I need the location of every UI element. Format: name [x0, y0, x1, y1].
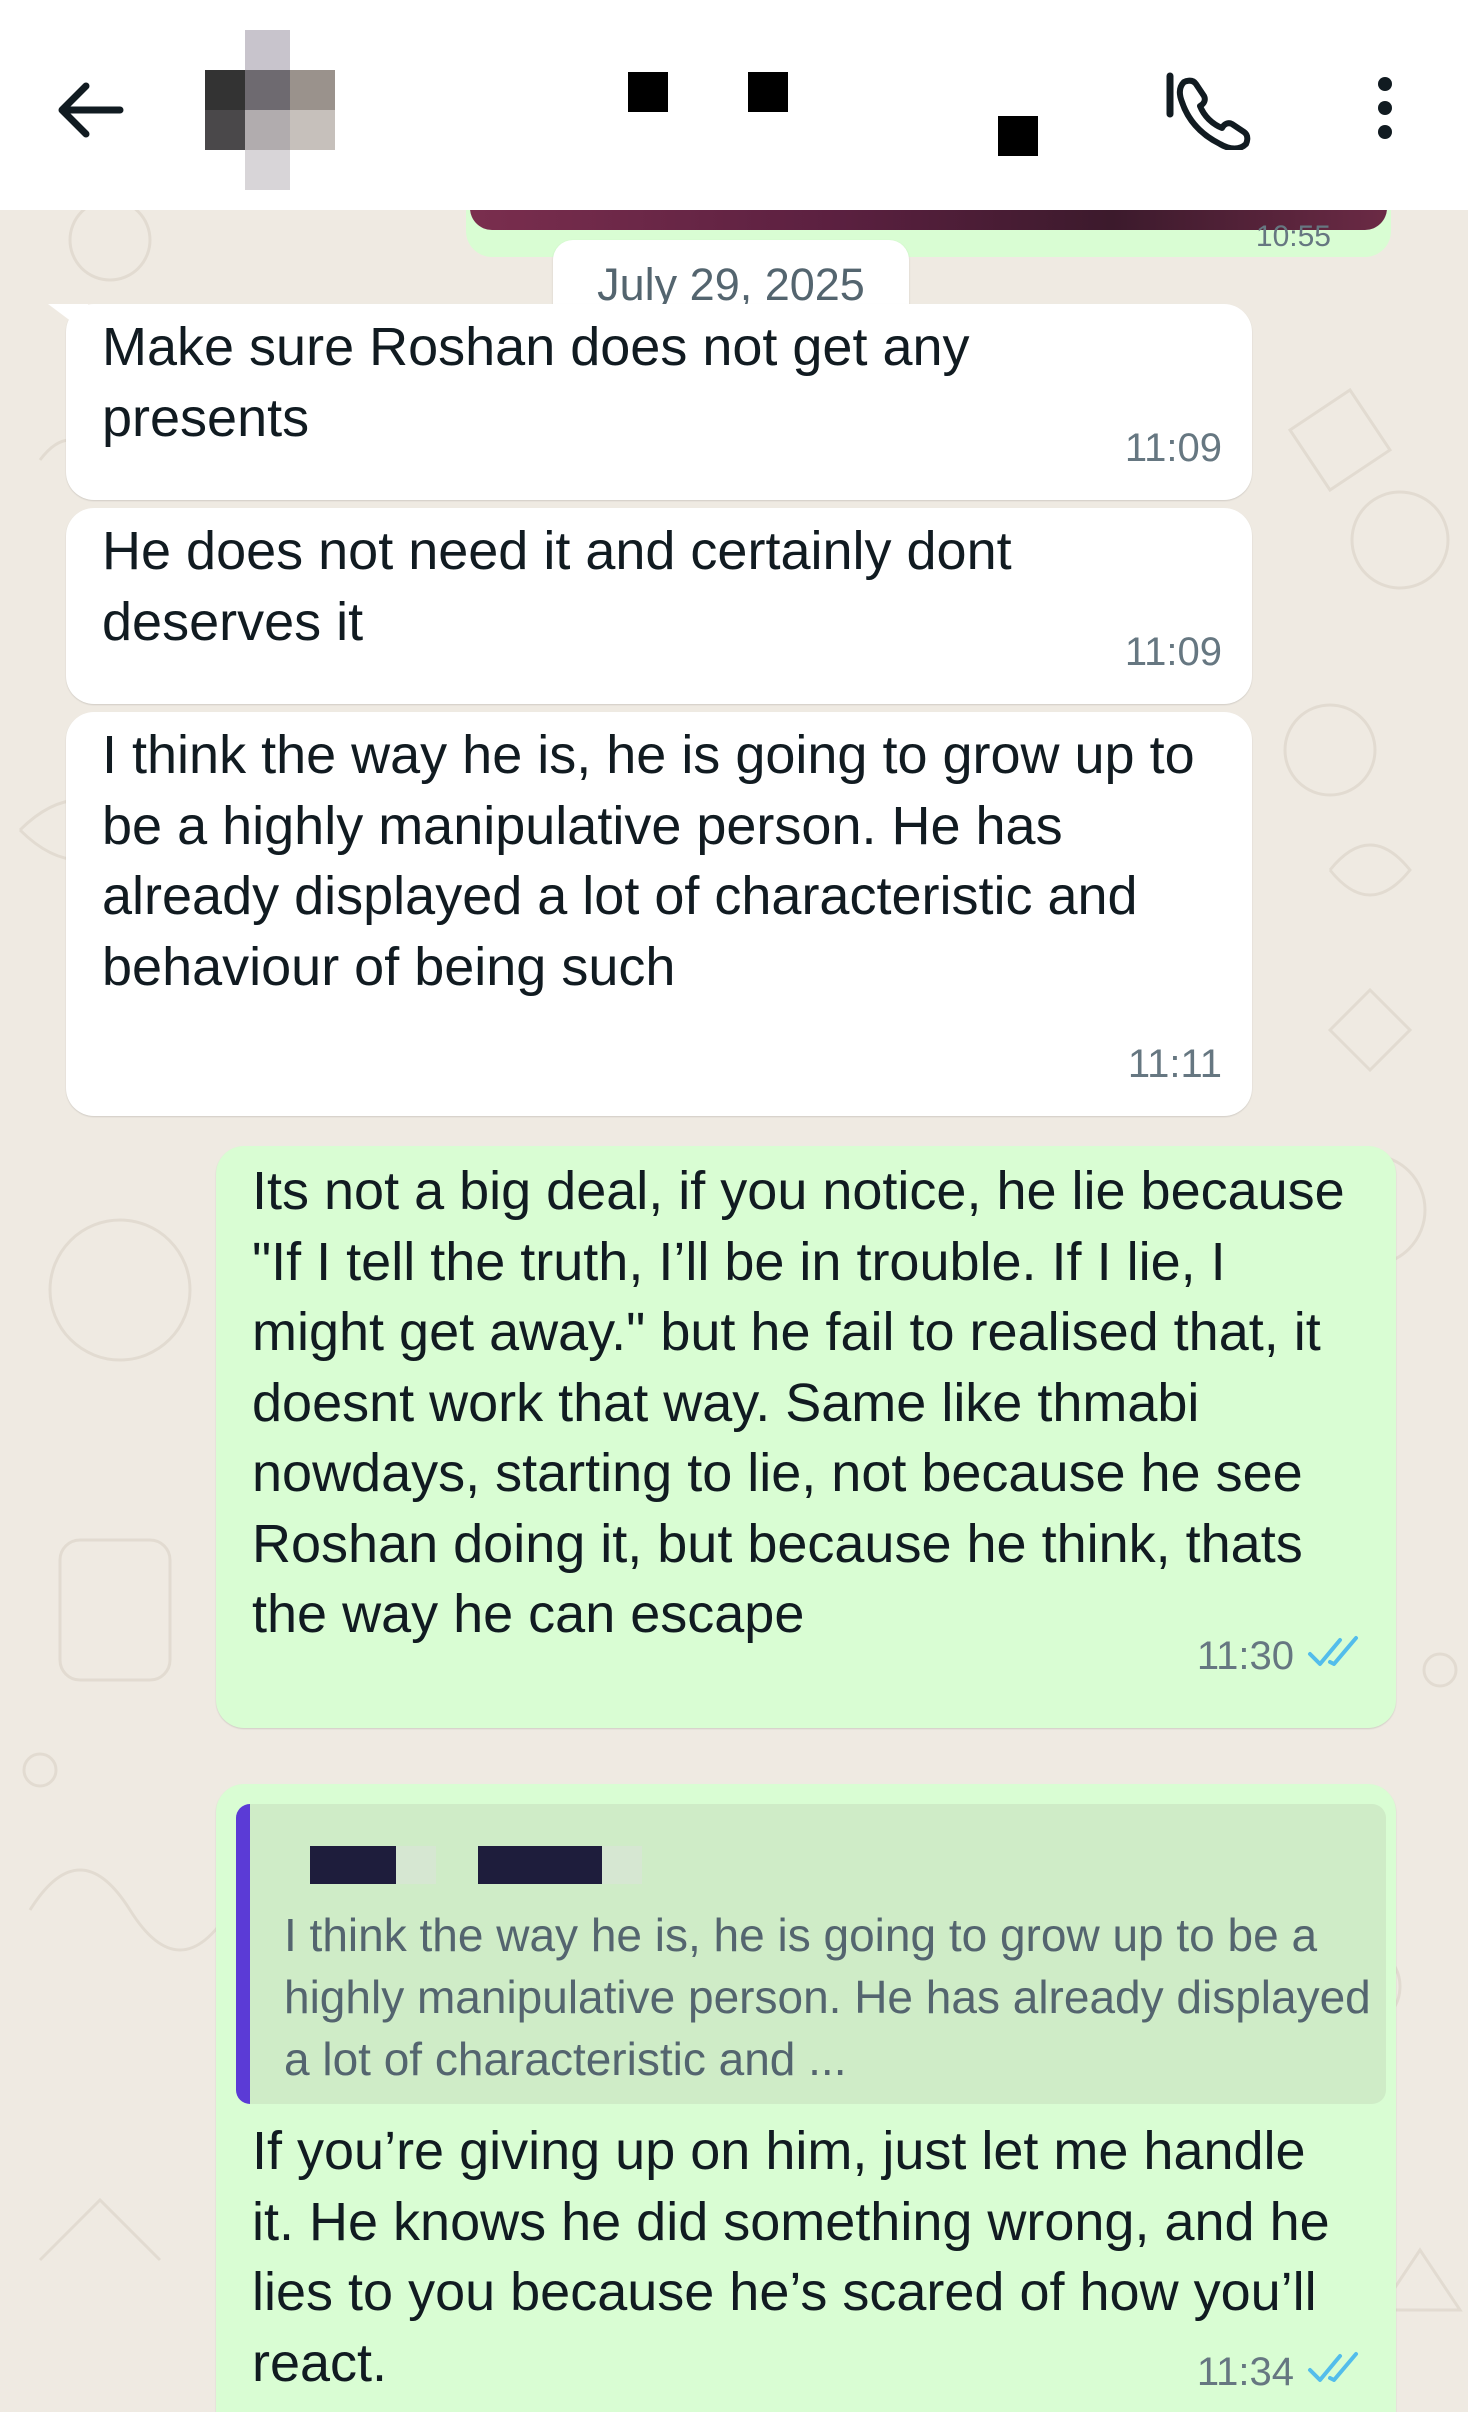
outgoing-message[interactable]: Its not a big deal, if you notice, he li…	[216, 1146, 1396, 1728]
chat-area[interactable]: 10:55 July 29, 2025 Make sure Roshan doe…	[0, 210, 1468, 2412]
phone-add-icon	[1166, 72, 1251, 152]
menu-button[interactable]	[1365, 70, 1405, 150]
message-text: Make sure Roshan does not get any presen…	[102, 317, 970, 448]
arrow-left-icon	[58, 82, 124, 138]
contact-name-redacted[interactable]	[620, 70, 1038, 170]
quoted-sender-redacted	[310, 1846, 650, 1886]
message-time: 10:55	[1255, 220, 1331, 253]
message-text: If you’re giving up on him, just let me …	[252, 2121, 1330, 2393]
image-thumbnail[interactable]	[470, 210, 1387, 230]
more-vert-icon	[1378, 77, 1392, 139]
outgoing-reply-message[interactable]: I think the way he is, he is going to gr…	[216, 1784, 1396, 2412]
quote-bar	[236, 1804, 250, 2104]
incoming-message[interactable]: I think the way he is, he is going to gr…	[66, 712, 1252, 1116]
message-time: 11:11	[1127, 1042, 1222, 1086]
quoted-message[interactable]: I think the way he is, he is going to gr…	[236, 1804, 1386, 2104]
message-time: 11:09	[1124, 426, 1222, 470]
quoted-text: I think the way he is, he is going to gr…	[284, 1909, 1371, 2085]
incoming-message[interactable]: He does not need it and certainly dont d…	[66, 508, 1252, 704]
message-time: 11:30	[1196, 1634, 1294, 1678]
message-time: 11:34	[1196, 2350, 1294, 2394]
incoming-message[interactable]: Make sure Roshan does not get any presen…	[48, 304, 1252, 500]
message-time: 11:09	[1124, 630, 1222, 674]
read-receipt-icon	[1308, 1636, 1358, 1666]
bubble-tail	[48, 304, 88, 334]
message-text: I think the way he is, he is going to gr…	[102, 725, 1195, 997]
message-text: He does not need it and certainly dont d…	[102, 521, 1012, 652]
message-text: Its not a big deal, if you notice, he li…	[252, 1161, 1345, 1644]
read-receipt-icon	[1308, 2352, 1358, 2382]
call-button[interactable]	[1160, 70, 1260, 152]
chat-header	[0, 0, 1468, 210]
back-button[interactable]	[50, 70, 130, 150]
avatar[interactable]	[205, 30, 335, 190]
